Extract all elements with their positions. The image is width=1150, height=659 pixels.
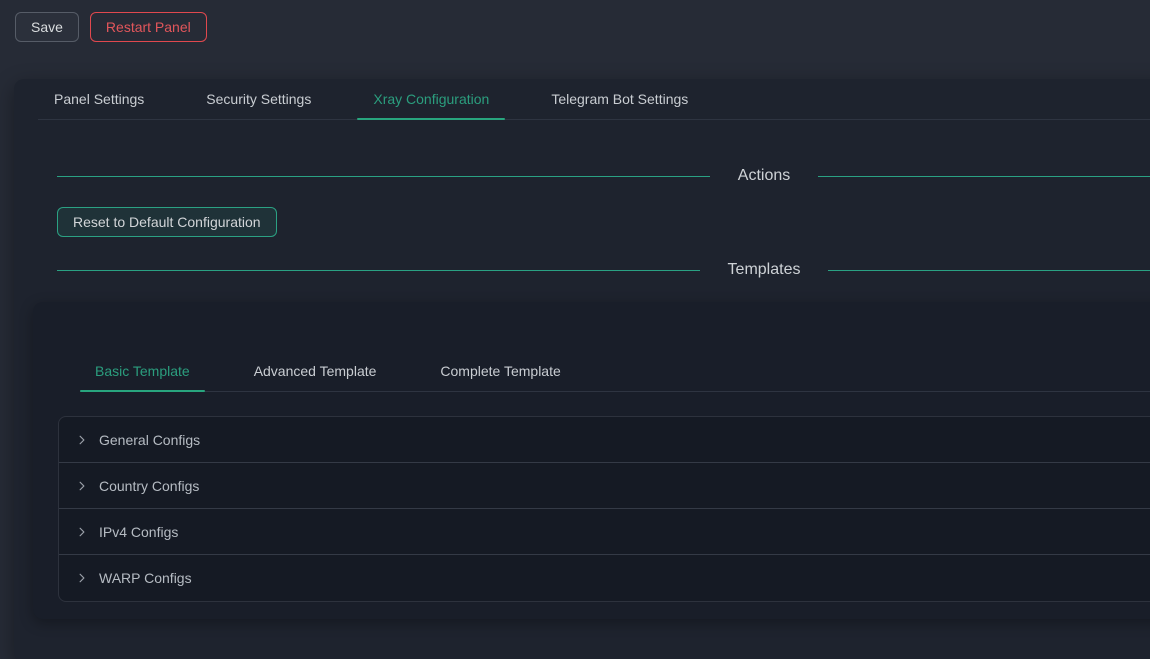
collapse-header-label: Country Configs <box>99 478 199 494</box>
reset-to-default-button[interactable]: Reset to Default Configuration <box>57 207 277 237</box>
settings-card: Panel Settings Security Settings Xray Co… <box>14 79 1150 659</box>
collapse-header-country-configs[interactable]: Country Configs <box>59 463 1150 509</box>
collapse-header-label: IPv4 Configs <box>99 524 178 540</box>
tab-panel-settings[interactable]: Panel Settings <box>38 79 160 119</box>
templates-divider: Templates <box>57 259 1150 281</box>
chevron-right-icon <box>76 526 88 538</box>
chevron-right-icon <box>76 434 88 446</box>
actions-divider-label: Actions <box>738 167 790 185</box>
tab-xray-configuration[interactable]: Xray Configuration <box>357 79 505 119</box>
divider-line <box>828 270 1150 271</box>
divider-line <box>57 270 700 271</box>
config-collapse-list: General Configs Country Configs IPv4 Con… <box>58 416 1150 602</box>
divider-line <box>818 176 1150 177</box>
restart-panel-button[interactable]: Restart Panel <box>90 12 207 42</box>
tab-advanced-template[interactable]: Advanced Template <box>239 351 392 391</box>
save-button[interactable]: Save <box>15 12 79 42</box>
settings-tab-bar: Panel Settings Security Settings Xray Co… <box>38 79 1150 120</box>
collapse-header-ipv4-configs[interactable]: IPv4 Configs <box>59 509 1150 555</box>
chevron-right-icon <box>76 480 88 492</box>
top-action-bar: Save Restart Panel <box>0 0 1150 55</box>
collapse-header-label: WARP Configs <box>99 570 192 586</box>
collapse-header-label: General Configs <box>99 432 200 448</box>
templates-card: Basic Template Advanced Template Complet… <box>33 302 1150 619</box>
chevron-right-icon <box>76 572 88 584</box>
template-tab-bar: Basic Template Advanced Template Complet… <box>80 351 1150 392</box>
collapse-header-general-configs[interactable]: General Configs <box>59 417 1150 463</box>
collapse-header-warp-configs[interactable]: WARP Configs <box>59 555 1150 601</box>
templates-divider-label: Templates <box>728 261 801 279</box>
actions-divider: Actions <box>57 165 1150 187</box>
tab-basic-template[interactable]: Basic Template <box>80 351 205 391</box>
tab-telegram-bot-settings[interactable]: Telegram Bot Settings <box>535 79 704 119</box>
divider-line <box>57 176 710 177</box>
tab-security-settings[interactable]: Security Settings <box>190 79 327 119</box>
tab-complete-template[interactable]: Complete Template <box>425 351 575 391</box>
